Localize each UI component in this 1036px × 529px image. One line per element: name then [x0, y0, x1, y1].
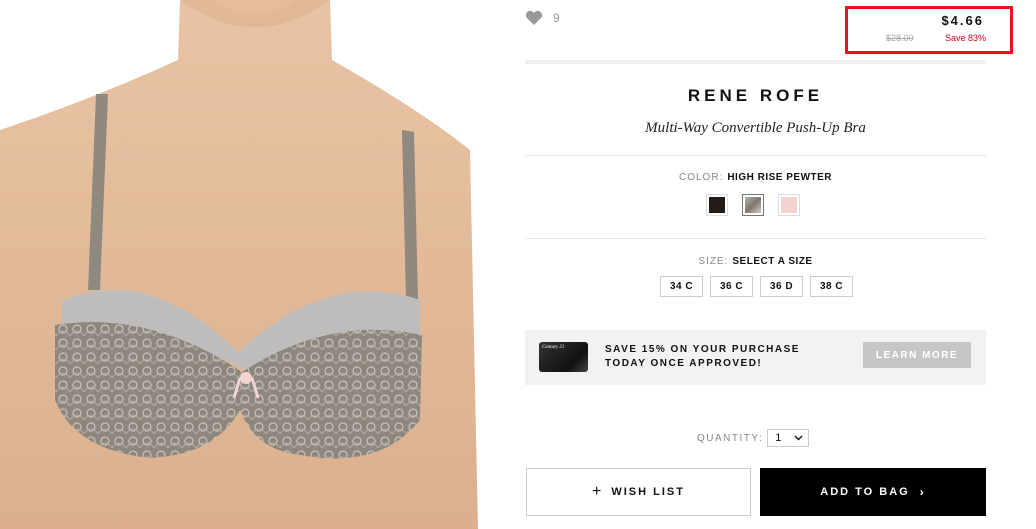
divider [525, 60, 986, 64]
quantity-label: QUANTITY: [697, 432, 764, 444]
credit-card-image: Century 21 [539, 342, 588, 372]
quantity-value: 1 [775, 432, 782, 444]
swatch-pewter-fill [745, 197, 761, 213]
favorites-count: 9 [553, 11, 560, 25]
card-label: Century 21 [542, 345, 565, 350]
swatch-pink-fill [781, 197, 797, 213]
heart-icon[interactable] [525, 10, 543, 26]
swatch-black[interactable] [706, 194, 728, 216]
size-38c[interactable]: 38 C [810, 276, 853, 297]
promo-text: SAVE 15% ON YOUR PURCHASE TODAY ONCE APP… [605, 343, 800, 371]
quantity-select[interactable]: 1 [767, 429, 810, 447]
price-box: $4.66 $28.00 Save 83% [845, 6, 1013, 54]
original-price: $28.00 [886, 33, 914, 43]
size-label-key: SIZE: [698, 256, 729, 267]
swatch-black-fill [709, 197, 725, 213]
plus-icon: + [592, 483, 604, 500]
size-options: 34 C 36 C 36 D 38 C [660, 276, 853, 297]
color-swatches [706, 194, 800, 216]
size-36c[interactable]: 36 C [710, 276, 753, 297]
savings-text: Save 83% [944, 33, 986, 43]
wishlist-button[interactable]: + WISH LIST [526, 468, 751, 516]
promo-line-1: SAVE 15% ON YOUR PURCHASE [605, 344, 800, 355]
wishlist-label: WISH LIST [611, 486, 685, 498]
color-label: COLOR: HIGH RISE PEWTER [525, 172, 986, 183]
divider [525, 155, 986, 156]
color-label-key: COLOR: [678, 172, 724, 183]
quantity: QUANTITY: 1 [697, 429, 810, 447]
product-name: Multi-Way Convertible Push-Up Bra [645, 120, 866, 136]
swatch-high-rise-pewter[interactable] [742, 194, 764, 216]
swatch-pink[interactable] [778, 194, 800, 216]
favorites[interactable]: 9 [525, 10, 560, 26]
divider [525, 238, 986, 239]
add-to-bag-label: ADD TO BAG [820, 486, 910, 498]
size-36d[interactable]: 36 D [760, 276, 803, 297]
size-prompt: SELECT A SIZE [732, 256, 813, 267]
chevron-right-icon: › [919, 485, 926, 499]
product-image[interactable] [0, 0, 480, 529]
current-price: $4.66 [941, 13, 984, 28]
selected-color: HIGH RISE PEWTER [727, 172, 833, 183]
add-to-bag-button[interactable]: ADD TO BAG › [760, 468, 986, 516]
credit-card-promo: Century 21 SAVE 15% ON YOUR PURCHASE TOD… [525, 330, 986, 385]
learn-more-button[interactable]: LEARN MORE [863, 342, 971, 368]
size-34c[interactable]: 34 C [660, 276, 703, 297]
promo-line-2: TODAY ONCE APPROVED! [605, 358, 763, 369]
chevron-down-icon [794, 432, 803, 444]
size-label: SIZE: SELECT A SIZE [525, 256, 986, 267]
brand-name[interactable]: RENE ROFE [525, 86, 986, 106]
